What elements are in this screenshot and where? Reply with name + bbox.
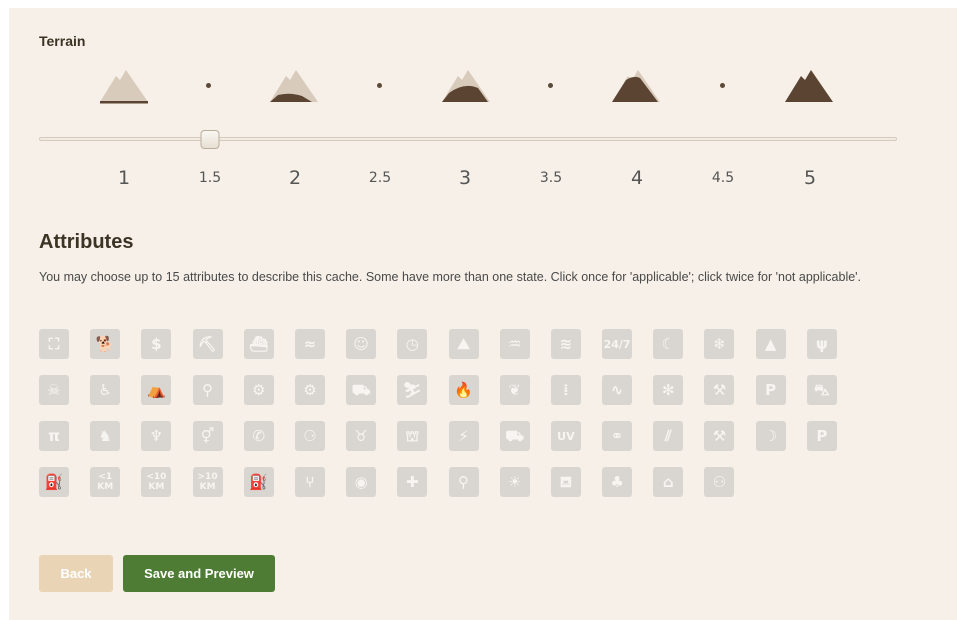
cow-icon[interactable]: ♉ <box>346 421 377 451</box>
hazard-cliff-icon[interactable]: ▲ <box>755 329 786 359</box>
short-hike-icon[interactable]: <1 KM <box>90 467 121 497</box>
seasonal-icon[interactable]: ☀ <box>499 467 530 497</box>
climbing-icon[interactable]: ⛰ <box>448 329 479 359</box>
hunting-icon[interactable]: ψ <box>806 329 837 359</box>
terrain-tick-label: 2 <box>288 167 302 189</box>
drinking-water-icon[interactable]: ♆ <box>141 421 172 451</box>
save-and-preview-button[interactable]: Save and Preview <box>123 555 275 592</box>
flashlight-icon[interactable]: ⚡ <box>448 421 479 451</box>
winter-icon[interactable]: ❄ <box>704 329 735 359</box>
medium-hike-icon[interactable]: <10 KM <box>141 467 172 497</box>
climbing-gear-icon[interactable]: ⛏ <box>192 329 223 359</box>
telephone-icon[interactable]: ✆ <box>243 421 274 451</box>
attributes-description: You may choose up to 15 attributes to de… <box>39 270 862 284</box>
stealth-icon[interactable]: ⁞ <box>550 375 581 405</box>
snowmobiles-icon[interactable]: ⛷ <box>397 375 428 405</box>
swimming-icon[interactable]: ≋ <box>550 329 581 359</box>
wheelchair-icon[interactable]: ♿ <box>90 375 121 405</box>
field-puzzle-icon[interactable]: ⛫ <box>397 421 428 451</box>
camping-icon[interactable]: ⛺ <box>141 375 172 405</box>
tourist-icon[interactable]: ⛾ <box>550 467 581 497</box>
rv-icon[interactable]: ⛟ <box>499 421 530 451</box>
teamwork-icon[interactable]: ⚇ <box>704 467 735 497</box>
watch-snakes-icon[interactable]: ∿ <box>602 375 633 405</box>
terrain-1-5-dot <box>206 83 211 88</box>
wireless-beacon-icon[interactable]: ◉ <box>346 467 377 497</box>
attributes-heading: Attributes <box>39 231 134 253</box>
terrain-2-mountain-icon <box>270 70 318 102</box>
tree-climbing-icon[interactable]: ♣ <box>602 467 633 497</box>
attributes-grid: ⛶ 🐕 $ ⛏ ⛴ ≈ ☺ ◷ ⛰ ♒ ≋ 24/7 ☾ ❄ ▲ ψ ☠ ♿ ⛺ ⚲ ⚙ ⚙ ⛟ ⛷ 🔥 ❦ ⁞ ∿ ✻ ⚒ P ⛍ π ♞ ♆ ⚥ ✆… <box>39 329 859 497</box>
parking-fee-icon[interactable]: P <box>806 421 837 451</box>
terrain-tick-label: 2.5 <box>368 170 392 186</box>
binoculars-icon[interactable]: ⛶ <box>39 329 69 359</box>
terrain-tick-label: 4 <box>630 167 644 189</box>
offroad-icon[interactable]: ⛟ <box>346 375 377 405</box>
stroller-icon[interactable]: ⚆ <box>294 421 325 451</box>
restrooms-icon[interactable]: ⚥ <box>192 421 223 451</box>
terrain-slider-track[interactable] <box>39 137 897 141</box>
uv-light-icon[interactable]: UV <box>550 421 581 451</box>
terrain-tick-label: 3 <box>458 167 472 189</box>
fuel-icon[interactable]: ⛽ <box>39 467 69 497</box>
terrain-2-5-dot <box>377 83 382 88</box>
terrain-tick-label: 5 <box>803 167 817 189</box>
skiing-icon[interactable]: ⫽ <box>653 421 684 451</box>
long-hike-icon[interactable]: >10 KM <box>192 467 223 497</box>
quads-icon[interactable]: ⚙ <box>294 375 325 405</box>
partnership-icon[interactable]: ✚ <box>397 467 428 497</box>
motorcycles-icon[interactable]: ⚙ <box>243 375 274 405</box>
terrain-tick-label: 1 <box>117 167 131 189</box>
terrain-4-mountain-icon <box>612 70 660 102</box>
parking-icon[interactable]: P <box>755 375 786 405</box>
public-transit-icon[interactable]: ⛍ <box>806 375 837 405</box>
horses-icon[interactable]: ♞ <box>90 421 121 451</box>
ticks-icon[interactable]: ✻ <box>653 375 684 405</box>
terrain-5-mountain-icon <box>785 70 833 102</box>
available-24-7-icon[interactable]: 24/7 <box>602 329 633 359</box>
terrain-tick-label: 4.5 <box>711 170 735 186</box>
poison-icon[interactable]: ☠ <box>39 375 69 405</box>
terrain-tick-label: 3.5 <box>539 170 563 186</box>
time-icon[interactable]: ◷ <box>397 329 428 359</box>
campfires-icon[interactable]: 🔥 <box>448 375 479 405</box>
terrain-rating-illustrations <box>9 66 957 116</box>
scuba-icon[interactable]: ≈ <box>294 329 325 359</box>
terrain-3-5-dot <box>548 83 553 88</box>
terrain-3-mountain-icon <box>442 70 490 102</box>
night-cache-icon[interactable]: ☽ <box>755 421 786 451</box>
boat-icon[interactable]: ⛴ <box>243 329 274 359</box>
wading-icon[interactable]: ♒ <box>499 329 530 359</box>
picnic-tables-icon[interactable]: π <box>39 421 69 451</box>
terrain-1-mountain-icon <box>100 70 148 104</box>
terrain-4-5-dot <box>720 83 725 88</box>
hiking-icon[interactable]: ⚲ <box>448 467 479 497</box>
abandoned-mines-icon[interactable]: ⚒ <box>704 375 735 405</box>
terrain-slider-handle[interactable] <box>200 130 220 149</box>
cache-form-panel: Terrain 1 1.5 2 2.5 3 3.5 4 4.5 5 Attrib… <box>9 8 957 620</box>
food-icon[interactable]: ⑂ <box>294 467 325 497</box>
special-tool-icon[interactable]: ⚒ <box>704 421 735 451</box>
terrain-heading: Terrain <box>39 33 86 49</box>
fee-icon[interactable]: $ <box>141 329 172 359</box>
bicycles-icon[interactable]: ⚲ <box>192 375 223 405</box>
thorns-icon[interactable]: ❦ <box>499 375 530 405</box>
fuel-station-icon[interactable]: ⛽ <box>243 467 274 497</box>
back-button[interactable]: Back <box>39 555 113 592</box>
night-icon[interactable]: ☾ <box>653 329 684 359</box>
snowshoes-icon[interactable]: ⚭ <box>602 421 633 451</box>
kids-icon[interactable]: ☺ <box>346 329 377 359</box>
terrain-tick-label: 1.5 <box>198 170 222 186</box>
front-yard-icon[interactable]: ⌂ <box>653 467 684 497</box>
dogs-icon[interactable]: 🐕 <box>90 329 121 359</box>
